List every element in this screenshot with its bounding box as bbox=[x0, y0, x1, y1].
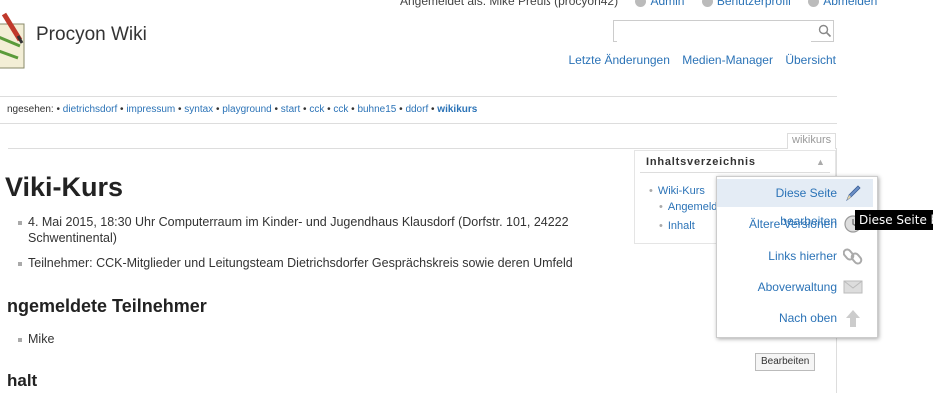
tool-label: Links hierher bbox=[768, 249, 837, 263]
toc-item[interactable]: • Inhalt bbox=[659, 220, 695, 232]
page-tools-menu: Diese Seite bearbeiten Ältere Versionen … bbox=[716, 176, 878, 338]
participant-name: Mike bbox=[28, 332, 55, 346]
back-to-top-tool[interactable]: Nach oben bbox=[717, 304, 873, 332]
link-icon bbox=[843, 248, 863, 265]
recent-changes-link[interactable]: Letzte Änderungen bbox=[568, 53, 669, 67]
toc-link[interactable]: Wiki-Kurs bbox=[658, 185, 705, 197]
edit-section-button[interactable]: Bearbeiten bbox=[755, 353, 816, 371]
breadcrumb: ngesehen: • dietrichsdorf • impressum • … bbox=[7, 104, 478, 115]
breadcrumb-item[interactable]: dietrichsdorf bbox=[63, 104, 117, 115]
breadcrumb-prefix: ngesehen: bbox=[7, 104, 54, 115]
list-item-text: 4. Mai 2015, 18:30 Uhr Computerraum im K… bbox=[28, 215, 569, 229]
user-icon bbox=[701, 0, 713, 8]
list-item: Teilnehmer: CCK-Mitglieder und Leitungst… bbox=[18, 256, 573, 270]
search-icon[interactable] bbox=[818, 24, 832, 38]
admin-icon bbox=[635, 0, 647, 8]
breadcrumb-item[interactable]: ddorf bbox=[405, 104, 428, 115]
toc-toggle-icon[interactable]: ▲ bbox=[816, 157, 825, 167]
tool-label: Nach oben bbox=[778, 311, 837, 325]
page-title: Viki-Kurs bbox=[5, 172, 124, 202]
backlinks-tool[interactable]: Links hierher bbox=[717, 242, 873, 270]
admin-link[interactable]: Admin bbox=[650, 0, 684, 8]
sitemap-link[interactable]: Übersicht bbox=[785, 53, 836, 67]
pencil-icon bbox=[846, 185, 861, 202]
breadcrumb-item[interactable]: impressum bbox=[126, 104, 175, 115]
breadcrumb-item[interactable]: syntax bbox=[184, 104, 213, 115]
envelope-icon bbox=[843, 280, 863, 294]
toc-title[interactable]: Inhaltsverzeichnis bbox=[646, 156, 756, 168]
bullet-marker bbox=[18, 337, 22, 342]
user-bar: Angemeldet als: Mike Preuß (procyon42) A… bbox=[400, 0, 877, 8]
list-item-text-continued: Schwentinental) bbox=[28, 231, 117, 245]
logged-in-as: Angemeldet als: Mike Preuß (procyon42) bbox=[400, 0, 619, 8]
list-item: Mike bbox=[18, 332, 54, 346]
toc-link[interactable]: Angemeldete Teilnehmer bbox=[668, 201, 716, 213]
subscribe-tool[interactable]: Aboverwaltung bbox=[717, 273, 873, 301]
breadcrumb-current[interactable]: wikikurs bbox=[437, 104, 477, 115]
section-heading: halt bbox=[7, 371, 38, 390]
bullet-marker bbox=[18, 261, 22, 266]
logout-icon bbox=[808, 0, 820, 8]
bullet-marker bbox=[18, 220, 22, 225]
old-revisions-tool[interactable]: Ältere Versionen bbox=[717, 210, 873, 238]
edit-page-tool[interactable]: Diese Seite bearbeiten bbox=[717, 179, 873, 228]
toc-divider bbox=[640, 172, 830, 173]
tooltip: Diese Seite bearbeiten bbox=[855, 210, 933, 230]
logout-link[interactable]: Abmelden bbox=[823, 0, 877, 8]
profile-link[interactable]: Benutzerprofil bbox=[717, 0, 791, 8]
toc-item[interactable]: •Angemeldete Teilnehmer bbox=[659, 201, 716, 213]
list-item-text: Teilnehmer: CCK-Mitglieder und Leitungst… bbox=[28, 256, 573, 270]
breadcrumb-item[interactable]: buhne15 bbox=[357, 104, 396, 115]
wiki-title[interactable]: Procyon Wiki bbox=[36, 24, 147, 46]
tool-label: Aboverwaltung bbox=[757, 280, 837, 294]
toc-item[interactable]: • Wiki-Kurs bbox=[649, 185, 705, 197]
section-heading: ngemeldete Teilnehmer bbox=[7, 296, 207, 316]
page-id: wikikurs bbox=[787, 133, 837, 149]
search-input[interactable] bbox=[617, 22, 811, 42]
breadcrumb-item[interactable]: cck bbox=[333, 104, 348, 115]
wiki-logo[interactable] bbox=[0, 6, 30, 76]
breadcrumb-item[interactable]: cck bbox=[309, 104, 324, 115]
search-box[interactable] bbox=[613, 20, 834, 42]
breadcrumb-item[interactable]: start bbox=[281, 104, 300, 115]
list-item: 4. Mai 2015, 18:30 Uhr Computerraum im K… bbox=[18, 214, 603, 246]
arrow-up-icon bbox=[846, 310, 860, 327]
site-tools: Letzte Änderungen Medien-Manager Übersic… bbox=[559, 53, 836, 67]
media-manager-link[interactable]: Medien-Manager bbox=[682, 53, 773, 67]
tool-label: Ältere Versionen bbox=[748, 217, 837, 231]
toc-link[interactable]: Inhalt bbox=[668, 220, 695, 232]
breadcrumb-item[interactable]: playground bbox=[222, 104, 271, 115]
